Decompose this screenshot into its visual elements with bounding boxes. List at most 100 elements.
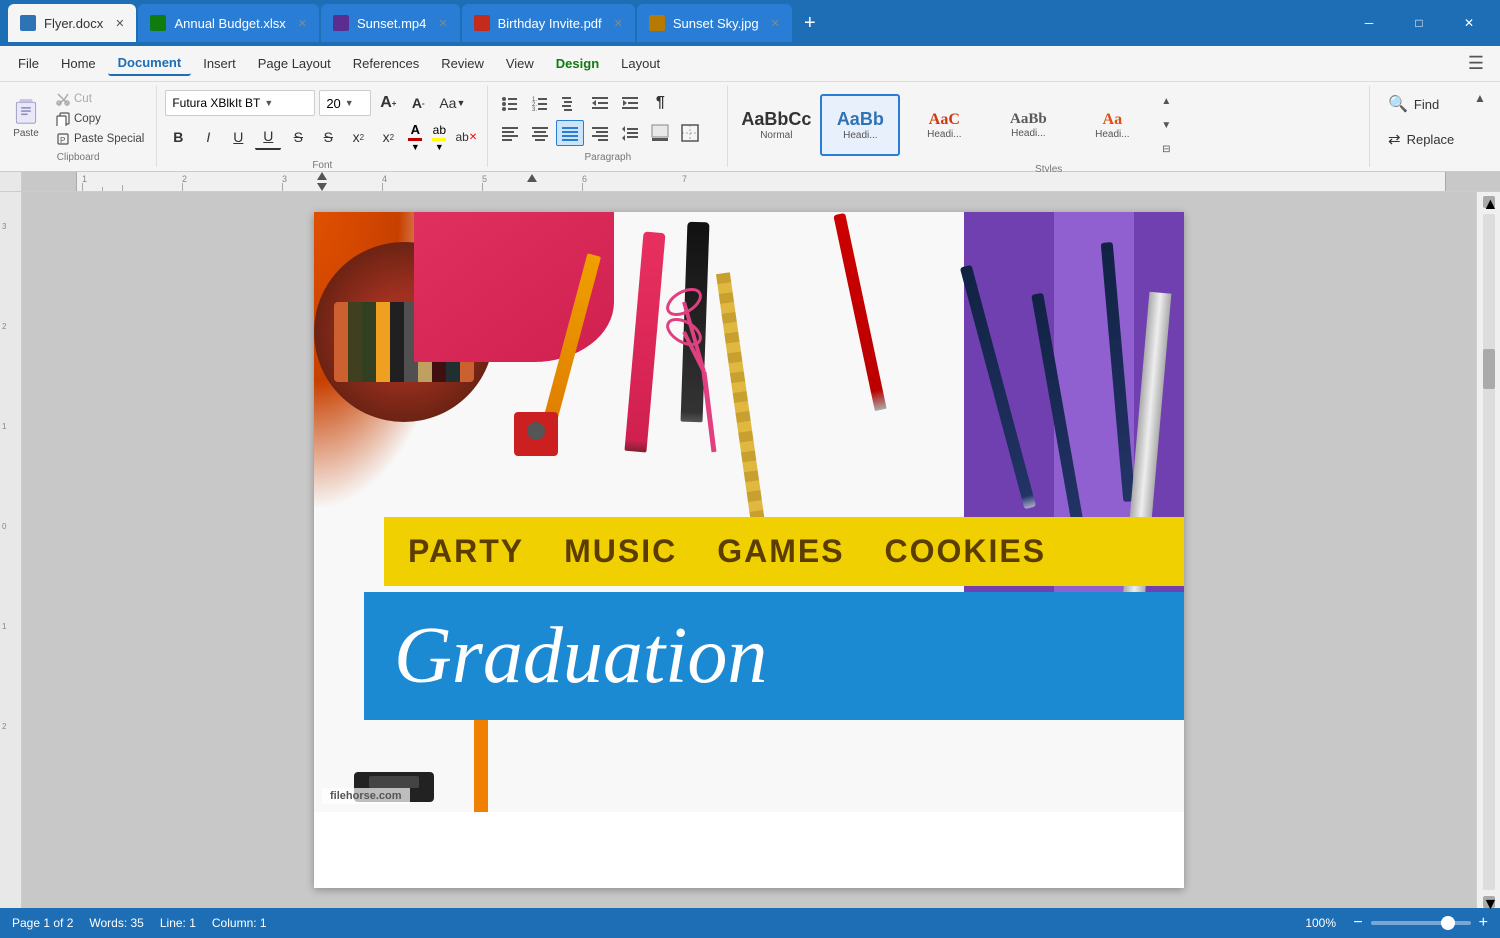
styles-scroll-down[interactable]: ▼ bbox=[1156, 114, 1176, 136]
ruler-container: 1 2 3 4 5 6 7 bbox=[0, 172, 1500, 192]
menu-document[interactable]: Document bbox=[108, 51, 192, 76]
font-color-button[interactable]: A ▼ bbox=[405, 120, 425, 154]
font-size-dropdown[interactable]: 20 ▼ bbox=[319, 90, 371, 116]
main-content: 3 2 1 0 1 2 bbox=[0, 192, 1500, 908]
close-tab-budget[interactable]: ✕ bbox=[298, 17, 307, 30]
tab-budget[interactable]: Annual Budget.xlsx ✕ bbox=[138, 4, 319, 42]
menu-view[interactable]: View bbox=[496, 52, 544, 75]
styles-group: AaBbCc Normal AaBb Headi... AaC Headi...… bbox=[728, 86, 1370, 167]
styles-scroll-controls: ▲ ▼ ⊟ bbox=[1156, 90, 1176, 160]
multilevel-list-button[interactable] bbox=[556, 90, 584, 116]
copy-button[interactable]: Copy bbox=[52, 110, 148, 128]
align-right-button[interactable] bbox=[586, 120, 614, 146]
style-normal[interactable]: AaBbCc Normal bbox=[736, 94, 816, 156]
bullets-button[interactable] bbox=[496, 90, 524, 116]
tab-flyer[interactable]: Flyer.docx ✕ bbox=[8, 4, 136, 42]
italic-button[interactable]: I bbox=[195, 124, 221, 150]
add-tab-button[interactable]: + bbox=[794, 7, 826, 39]
bold-button[interactable]: B bbox=[165, 124, 191, 150]
strikethrough-button[interactable]: S bbox=[285, 124, 311, 150]
replace-icon: ⇄ bbox=[1388, 130, 1401, 148]
clear-format-button[interactable]: ab✕ bbox=[453, 124, 479, 150]
scroll-up-button[interactable]: ▲ bbox=[1483, 196, 1495, 208]
line-info: Line: 1 bbox=[160, 916, 196, 930]
banner-word-games: GAMES bbox=[717, 533, 844, 570]
underline-button[interactable]: U bbox=[225, 124, 251, 150]
style-heading3[interactable]: AaBb Headi... bbox=[988, 94, 1068, 156]
watermark: filehorse.com bbox=[322, 788, 410, 804]
window-controls: ─ □ ✕ bbox=[1346, 7, 1492, 39]
zoom-plus-button[interactable]: + bbox=[1479, 914, 1488, 932]
increase-indent-button[interactable] bbox=[616, 90, 644, 116]
font-group-label: Font bbox=[165, 158, 479, 171]
line-spacing-button[interactable] bbox=[616, 120, 644, 146]
paste-button[interactable]: Paste bbox=[8, 99, 44, 139]
replace-button[interactable]: ⇄ Replace bbox=[1382, 126, 1488, 152]
scissors bbox=[654, 262, 754, 467]
zoom-slider[interactable] bbox=[1371, 921, 1471, 925]
zoom-thumb[interactable] bbox=[1441, 916, 1455, 930]
borders-button[interactable] bbox=[676, 120, 704, 146]
tab-birthday[interactable]: Birthday Invite.pdf ✕ bbox=[462, 4, 635, 42]
menu-design[interactable]: Design bbox=[546, 52, 609, 75]
font-family-dropdown[interactable]: Futura XBlkIt BT ▼ bbox=[165, 90, 315, 116]
menu-home[interactable]: Home bbox=[51, 52, 106, 75]
paste-special-button[interactable]: P Paste Special bbox=[52, 130, 148, 148]
scroll-down-button[interactable]: ▼ bbox=[1483, 896, 1495, 908]
shrink-font-button[interactable]: A- bbox=[405, 90, 431, 116]
scrollbar-track[interactable] bbox=[1483, 214, 1495, 890]
style-heading1[interactable]: AaBb Headi... bbox=[820, 94, 900, 156]
styles-scroll-up[interactable]: ▲ bbox=[1156, 90, 1176, 112]
menu-review[interactable]: Review bbox=[431, 52, 494, 75]
close-tab-sunset-jpg[interactable]: ✕ bbox=[771, 17, 780, 30]
ribbon-collapse-button[interactable]: ▲ bbox=[1468, 86, 1492, 110]
align-left-button[interactable] bbox=[496, 120, 524, 146]
menu-layout[interactable]: Layout bbox=[611, 52, 670, 75]
font-family-arrow: ▼ bbox=[264, 98, 273, 108]
party-banner: PARTY MUSIC GAMES COOKIES bbox=[384, 517, 1184, 586]
grow-font-button[interactable]: A+ bbox=[375, 90, 401, 116]
close-tab-sunset-mp4[interactable]: ✕ bbox=[438, 17, 447, 30]
align-justify-button[interactable] bbox=[556, 120, 584, 146]
find-icon: 🔍 bbox=[1388, 94, 1408, 114]
hamburger-menu[interactable]: ☰ bbox=[1460, 49, 1492, 78]
subscript-button[interactable]: x2 bbox=[375, 124, 401, 150]
menu-file[interactable]: File bbox=[8, 52, 49, 75]
paragraph-group: 1.2.3. ¶ bbox=[488, 86, 728, 167]
banner-word-cookies: COOKIES bbox=[885, 533, 1047, 570]
close-button[interactable]: ✕ bbox=[1446, 7, 1492, 39]
superscript-button[interactable]: x2 bbox=[345, 124, 371, 150]
double-strikethrough-button[interactable]: S bbox=[315, 124, 341, 150]
sharpener-hole bbox=[527, 422, 545, 440]
decrease-indent-button[interactable] bbox=[586, 90, 614, 116]
menu-pagelayout[interactable]: Page Layout bbox=[248, 52, 341, 75]
zoom-minus-button[interactable]: − bbox=[1353, 914, 1362, 932]
zoom-level: 100% bbox=[1305, 916, 1345, 930]
style-heading2[interactable]: AaC Headi... bbox=[904, 94, 984, 156]
menu-references[interactable]: References bbox=[343, 52, 429, 75]
close-tab-birthday[interactable]: ✕ bbox=[614, 17, 623, 30]
tab-sunset-jpg[interactable]: Sunset Sky.jpg ✕ bbox=[637, 4, 792, 42]
close-tab-flyer[interactable]: ✕ bbox=[115, 17, 124, 30]
horizontal-ruler: 1 2 3 4 5 6 7 bbox=[22, 172, 1500, 191]
cut-button[interactable]: Cut bbox=[52, 90, 148, 108]
column-info: Column: 1 bbox=[212, 916, 267, 930]
double-underline-button[interactable]: U bbox=[255, 124, 281, 150]
tab-sunset-mp4[interactable]: Sunset.mp4 ✕ bbox=[321, 4, 460, 42]
shading-button[interactable] bbox=[646, 120, 674, 146]
menu-insert[interactable]: Insert bbox=[193, 52, 246, 75]
paste-group-label: Clipboard bbox=[57, 150, 100, 163]
numbered-list-button[interactable]: 1.2.3. bbox=[526, 90, 554, 116]
show-paragraph-button[interactable]: ¶ bbox=[646, 90, 674, 116]
highlight-color-button[interactable]: ab ▼ bbox=[429, 121, 449, 154]
minimize-button[interactable]: ─ bbox=[1346, 7, 1392, 39]
graduation-banner: Graduation bbox=[364, 592, 1184, 720]
style-heading4[interactable]: Aa Headi... bbox=[1072, 94, 1152, 156]
align-center-button[interactable] bbox=[526, 120, 554, 146]
right-panel: ▲ ▼ bbox=[1476, 192, 1500, 908]
font-case-dropdown[interactable]: Aa▼ bbox=[439, 90, 465, 116]
styles-expand[interactable]: ⊟ bbox=[1156, 138, 1176, 160]
font-group: Futura XBlkIt BT ▼ 20 ▼ A+ A- Aa▼ B I U … bbox=[157, 86, 488, 167]
scrollbar-thumb[interactable] bbox=[1483, 349, 1495, 389]
maximize-button[interactable]: □ bbox=[1396, 7, 1442, 39]
